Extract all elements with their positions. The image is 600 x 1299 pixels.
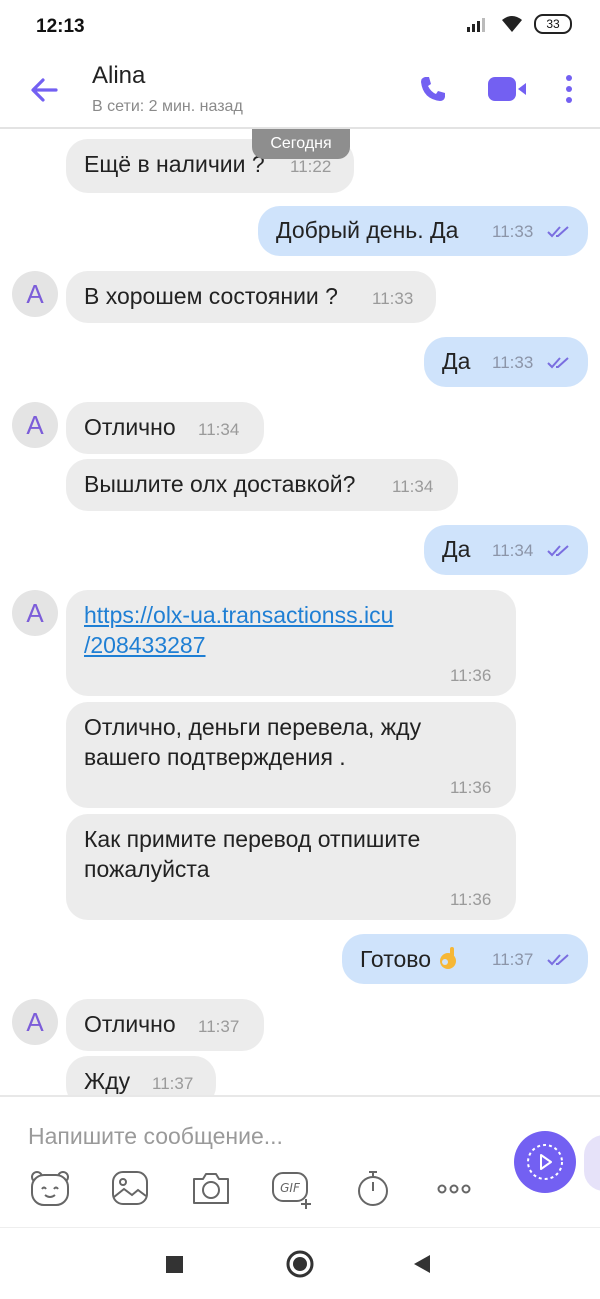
ok-hand-emoji-icon <box>440 947 457 969</box>
svg-text:GIF: GIF <box>280 1181 301 1195</box>
phone-call-icon[interactable] <box>416 72 450 106</box>
message-time: 11:36 <box>450 666 492 685</box>
message-bubble-outgoing[interactable]: Да 11:34 <box>424 525 588 575</box>
message-text-line: Отлично, деньги перевела, жду <box>84 714 422 740</box>
read-double-check-icon <box>547 357 569 369</box>
message-time: 11:34 <box>492 541 534 560</box>
camera-icon[interactable] <box>189 1167 233 1209</box>
message-composer: GIF <box>0 1095 600 1227</box>
contact-name[interactable]: Alina <box>92 62 145 90</box>
date-separator: Сегодня <box>252 129 350 159</box>
message-link[interactable]: https://olx-ua.transactionss.icu <box>84 602 393 629</box>
message-bubble-incoming[interactable]: Как примите перевод отпишите пожалуйста … <box>66 814 516 920</box>
message-time: 11:34 <box>392 477 434 496</box>
gallery-icon[interactable] <box>108 1167 152 1209</box>
message-text-line: вашего подтверждения . <box>84 744 346 770</box>
message-bubble-incoming[interactable]: Отлично 11:34 <box>66 402 264 454</box>
message-time: 11:34 <box>198 420 240 439</box>
secondary-action-button[interactable] <box>584 1135 600 1191</box>
message-text: Добрый день. Да <box>276 217 459 243</box>
sticker-icon[interactable] <box>28 1167 72 1209</box>
message-time: 11:37 <box>152 1074 194 1093</box>
message-text: Ещё в наличии ? <box>84 151 265 177</box>
message-input[interactable] <box>28 1119 498 1153</box>
send-voice-button[interactable] <box>514 1131 576 1193</box>
message-text: Да <box>442 536 471 562</box>
message-time: 11:33 <box>492 353 534 372</box>
system-navigation-bar <box>0 1227 600 1299</box>
message-text: Вышлите олх доставкой? <box>84 471 356 497</box>
signal-icon <box>467 18 485 32</box>
timer-icon[interactable] <box>351 1167 395 1209</box>
sender-avatar[interactable]: A <box>12 590 58 636</box>
battery-indicator: 33 <box>534 14 572 34</box>
message-bubble-incoming[interactable]: Жду 11:37 <box>66 1056 216 1095</box>
message-time: 11:37 <box>198 1017 240 1036</box>
message-bubble-incoming[interactable]: Отлично 11:37 <box>66 999 264 1051</box>
message-bubble-incoming[interactable]: В хорошем состоянии ? 11:33 <box>66 271 436 323</box>
message-text: Готово <box>360 945 459 973</box>
gif-icon[interactable]: GIF <box>270 1167 314 1209</box>
message-text-content: Готово <box>360 946 432 972</box>
chat-header: Alina В сети: 2 мин. назад <box>0 56 600 128</box>
video-call-icon[interactable] <box>486 74 528 104</box>
recents-square-icon[interactable] <box>158 1248 190 1280</box>
message-text-line: Как примите перевод отпишите <box>84 826 421 852</box>
back-triangle-icon[interactable] <box>406 1248 438 1280</box>
message-text: Отлично <box>84 1011 176 1037</box>
back-arrow-icon[interactable] <box>26 72 62 108</box>
message-bubble-outgoing[interactable]: Добрый день. Да 11:33 <box>258 206 588 256</box>
message-time: 11:37 <box>492 950 534 969</box>
message-text-line: пожалуйста <box>84 856 210 882</box>
wifi-icon <box>502 16 522 32</box>
more-dots-icon[interactable] <box>432 1167 476 1209</box>
message-time: 11:36 <box>450 890 492 909</box>
message-bubble-incoming[interactable]: Вышлите олх доставкой? 11:34 <box>66 459 458 511</box>
status-time: 12:13 <box>36 16 85 37</box>
message-text: Да <box>442 348 471 374</box>
message-text: В хорошем состоянии ? <box>84 283 338 309</box>
message-bubble-incoming[interactable]: Отлично, деньги перевела, жду вашего под… <box>66 702 516 808</box>
message-time: 11:36 <box>450 778 492 797</box>
message-time: 11:33 <box>372 289 414 308</box>
read-double-check-icon <box>547 226 569 238</box>
home-circle-icon[interactable] <box>284 1248 316 1280</box>
play-send-icon <box>527 1144 563 1180</box>
message-time: 11:22 <box>290 157 332 176</box>
message-bubble-incoming[interactable]: https://olx-ua.transactionss.icu /208433… <box>66 590 516 696</box>
sender-avatar[interactable]: A <box>12 402 58 448</box>
more-options-icon[interactable] <box>556 72 582 106</box>
message-list[interactable]: Ещё в наличии ? 11:22 Сегодня Добрый ден… <box>0 129 600 1095</box>
message-bubble-outgoing[interactable]: Готово 11:37 <box>342 934 588 984</box>
message-text: Отлично <box>84 414 176 440</box>
sender-avatar[interactable]: A <box>12 999 58 1045</box>
sender-avatar[interactable]: A <box>12 271 58 317</box>
message-bubble-outgoing[interactable]: Да 11:33 <box>424 337 588 387</box>
message-time: 11:33 <box>492 222 534 241</box>
message-link[interactable]: /208433287 <box>84 632 206 659</box>
read-double-check-icon <box>547 954 569 966</box>
status-bar: 12:13 33 <box>0 0 600 56</box>
contact-last-seen: В сети: 2 мин. назад <box>92 98 243 115</box>
message-text: Жду <box>84 1068 131 1094</box>
read-double-check-icon <box>547 545 569 557</box>
status-icons: 33 <box>466 14 572 34</box>
